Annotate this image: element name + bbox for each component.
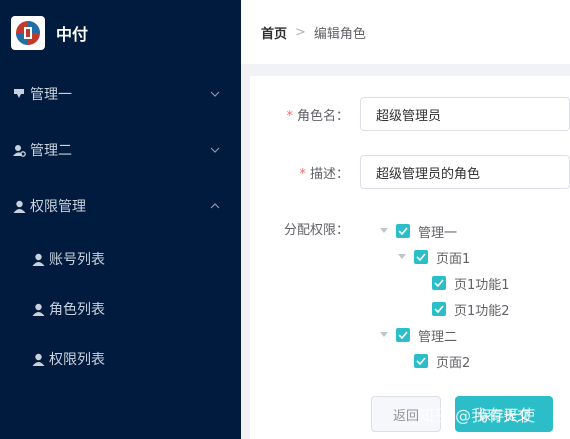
sidebar-item-management-1[interactable]: 管理一 xyxy=(0,66,241,122)
checkbox-checked[interactable] xyxy=(432,276,446,290)
chevron-down-icon xyxy=(210,91,220,97)
sidebar-item-label: 权限管理 xyxy=(30,199,86,215)
download-icon xyxy=(12,87,26,101)
user-gear-icon xyxy=(12,143,26,157)
main-area: 首页 > 编辑角色 *角色名： *描述： 分配权限： 管理一 xyxy=(241,0,570,439)
tree-node-label: 页1功能1 xyxy=(454,277,510,293)
tree-node-label: 管理一 xyxy=(418,225,458,241)
sidebar-item-management-2[interactable]: 管理二 xyxy=(0,122,241,178)
role-edit-form: *角色名： *描述： 分配权限： 管理一 页面1 xyxy=(250,76,570,439)
checkbox-checked[interactable] xyxy=(396,328,410,342)
required-mark: * xyxy=(286,108,293,124)
sidebar-item-label: 管理一 xyxy=(30,87,72,103)
checkbox-checked[interactable] xyxy=(414,354,428,368)
breadcrumb-home[interactable]: 首页 xyxy=(261,23,287,42)
sidebar-item-permission-list[interactable]: 权限列表 xyxy=(0,334,241,384)
logo-row: 中付 xyxy=(0,0,241,66)
sidebar-item-label: 管理二 xyxy=(30,143,72,159)
breadcrumb: 首页 > 编辑角色 xyxy=(241,0,570,64)
tree-node: 页1功能1 xyxy=(414,270,510,296)
caret-down-icon[interactable] xyxy=(378,225,390,237)
app-logo-icon xyxy=(11,16,45,50)
role-name-label: * 角色名： xyxy=(286,108,349,124)
tree-node: 管理二 xyxy=(378,322,457,348)
description-input[interactable] xyxy=(360,155,570,189)
breadcrumb-current: 编辑角色 xyxy=(313,26,366,42)
required-mark: * xyxy=(299,166,306,182)
role-name-row: * 角色名： xyxy=(250,97,570,131)
checkbox-checked[interactable] xyxy=(414,250,428,264)
caret-down-icon[interactable] xyxy=(396,251,408,263)
sidebar-menu: 管理一 管理二 权限管理 账号列表 角色列表 权限列表 xyxy=(0,66,241,384)
sidebar: 中付 管理一 管理二 权限管理 账号列表 角色列表 权限列表 xyxy=(0,0,241,439)
save-submit-button[interactable]: 保存提交 xyxy=(455,396,553,432)
sidebar-item-account-list[interactable]: 账号列表 xyxy=(0,234,241,284)
caret-down-icon[interactable] xyxy=(378,329,390,341)
user-icon xyxy=(31,302,45,316)
tree-node-label: 页面2 xyxy=(436,355,471,371)
sidebar-item-label: 权限列表 xyxy=(49,352,105,368)
tree-node-label: 页1功能2 xyxy=(454,303,510,319)
tree-node: 页面1 xyxy=(396,244,470,270)
breadcrumb-separator: > xyxy=(295,24,306,40)
chevron-up-icon xyxy=(210,203,220,209)
tree-node-label: 管理二 xyxy=(418,329,458,345)
checkbox-checked[interactable] xyxy=(432,302,446,316)
tree-node-label: 页面1 xyxy=(436,251,471,267)
checkbox-checked[interactable] xyxy=(396,224,410,238)
sidebar-item-permission-management[interactable]: 权限管理 xyxy=(0,178,241,234)
sidebar-item-role-list[interactable]: 角色列表 xyxy=(0,284,241,334)
sidebar-item-label: 账号列表 xyxy=(49,252,105,268)
tree-node: 页面2 xyxy=(396,348,470,374)
back-button[interactable]: 返回 xyxy=(371,396,441,432)
tree-node: 管理一 xyxy=(378,218,457,244)
permission-label: 分配权限： xyxy=(283,223,349,238)
sidebar-item-label: 角色列表 xyxy=(49,302,105,318)
description-label: * 描述： xyxy=(299,166,349,182)
tree-node: 页1功能2 xyxy=(414,296,510,322)
permission-row: 分配权限： xyxy=(250,218,360,244)
app-title: 中付 xyxy=(56,25,89,44)
description-row: * 描述： xyxy=(250,155,570,189)
user-icon xyxy=(31,252,45,266)
chevron-down-icon xyxy=(210,147,220,153)
user-icon xyxy=(12,199,26,213)
role-name-input[interactable] xyxy=(360,97,570,131)
user-icon xyxy=(31,352,45,366)
